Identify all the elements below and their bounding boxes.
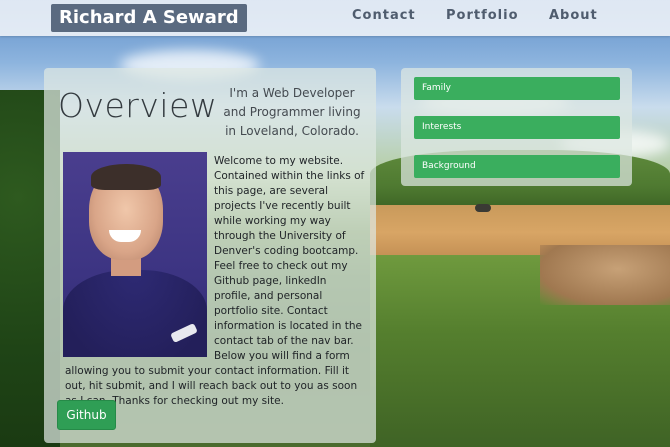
nav-link-about[interactable]: About xyxy=(549,8,598,23)
photo-spacer xyxy=(65,154,214,364)
brand-logo[interactable]: Richard A Seward xyxy=(51,4,247,32)
bio-text-container: Welcome to my website. Contained within … xyxy=(65,154,365,409)
navbar: Richard A Seward Contact Portfolio About xyxy=(0,0,670,36)
family-button[interactable]: Family xyxy=(414,77,620,100)
overview-panel: Overview I'm a Web Developer and Program… xyxy=(44,68,376,443)
side-panel: Family Interests Background xyxy=(401,68,632,186)
interests-button[interactable]: Interests xyxy=(414,116,620,139)
github-button[interactable]: Github xyxy=(57,400,116,430)
background-button[interactable]: Background xyxy=(414,155,620,178)
sandbank xyxy=(540,245,670,305)
nav-link-contact[interactable]: Contact xyxy=(352,8,416,23)
animal-silhouette xyxy=(475,204,491,212)
nav-link-portfolio[interactable]: Portfolio xyxy=(446,8,519,23)
overview-intro: I'm a Web Developer and Programmer livin… xyxy=(223,86,361,138)
overview-title: Overview xyxy=(58,86,218,125)
